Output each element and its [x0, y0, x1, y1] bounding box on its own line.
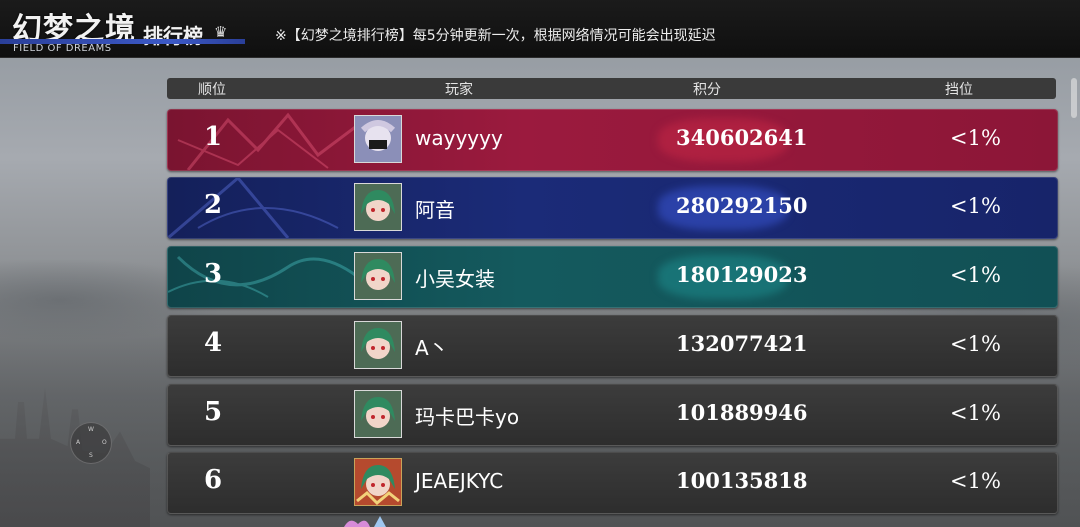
player-name: JEAEJKYC [415, 469, 504, 493]
player-tier: <1% [950, 263, 1001, 287]
title-sub: 排行榜 [143, 24, 203, 48]
col-player: 玩家 [445, 82, 473, 98]
rank-number: 3 [203, 259, 223, 289]
player-tier: <1% [950, 401, 1001, 425]
scrollbar[interactable] [1071, 78, 1077, 118]
table-row[interactable]: 5 玛卡巴卡yo 101889946 <1% [167, 384, 1058, 446]
row-decoration [168, 255, 358, 298]
player-avatar[interactable] [354, 458, 402, 506]
table-row[interactable]: 6 JEAEJKYC 100135818 <1% [167, 452, 1058, 514]
rank-number: 2 [203, 190, 223, 220]
rank-number: 1 [203, 122, 223, 152]
player-tier: <1% [950, 469, 1001, 493]
compass-n: W [88, 426, 94, 433]
player-avatar[interactable] [354, 115, 402, 163]
compass-w: A [76, 439, 81, 446]
rank-number: 4 [203, 328, 223, 358]
player-avatar[interactable] [354, 321, 402, 369]
player-tier: <1% [950, 126, 1001, 150]
player-tier: <1% [950, 332, 1001, 356]
row-decoration [168, 178, 339, 238]
update-notice: ※【幻梦之境排行榜】每5分钟更新一次，根据网络情况可能会出现延迟 [275, 28, 716, 44]
player-name: 小吴女装 [415, 267, 495, 291]
table-header: 顺位 玩家 积分 挡位 [167, 78, 1056, 99]
player-score: 180129023 [676, 262, 808, 287]
player-tier: <1% [950, 194, 1001, 218]
player-score: 100135818 [676, 468, 808, 493]
compass-e: O [102, 439, 107, 446]
title-english: FIELD OF DREAMS [13, 43, 112, 54]
row-decoration [177, 112, 358, 170]
player-name: 玛卡巴卡yo [415, 405, 520, 429]
player-avatar[interactable] [354, 390, 402, 438]
rank-number: 5 [203, 397, 223, 427]
table-row[interactable]: 3 小吴女装 180129023 <1% [167, 246, 1058, 308]
rank-number: 6 [203, 465, 223, 495]
player-avatar[interactable] [354, 183, 402, 231]
table-row[interactable]: 2 阿音 280292150 <1% [167, 177, 1058, 239]
player-score: 132077421 [676, 331, 808, 356]
player-name: 阿音 [415, 198, 455, 222]
table-row[interactable]: 1 wayyyyy 340602641 <1% [167, 109, 1058, 171]
player-name: wayyyyy [415, 126, 503, 150]
compass-widget[interactable]: W O S A [70, 422, 112, 464]
table-row[interactable]: 4 A丶 132077421 <1% [167, 315, 1058, 377]
next-row-avatar-peek [344, 516, 386, 527]
player-score: 340602641 [676, 125, 808, 150]
player-score: 280292150 [676, 193, 808, 218]
col-tier: 挡位 [945, 82, 973, 98]
col-score: 积分 [693, 82, 721, 98]
col-rank: 顺位 [198, 82, 226, 98]
compass-s: S [89, 452, 93, 459]
player-avatar[interactable] [354, 252, 402, 300]
header-bar: 幻梦之境 排行榜 ♛ FIELD OF DREAMS ※【幻梦之境排行榜】每5分… [0, 0, 1080, 58]
player-name: A丶 [415, 336, 449, 360]
player-score: 101889946 [676, 400, 808, 425]
